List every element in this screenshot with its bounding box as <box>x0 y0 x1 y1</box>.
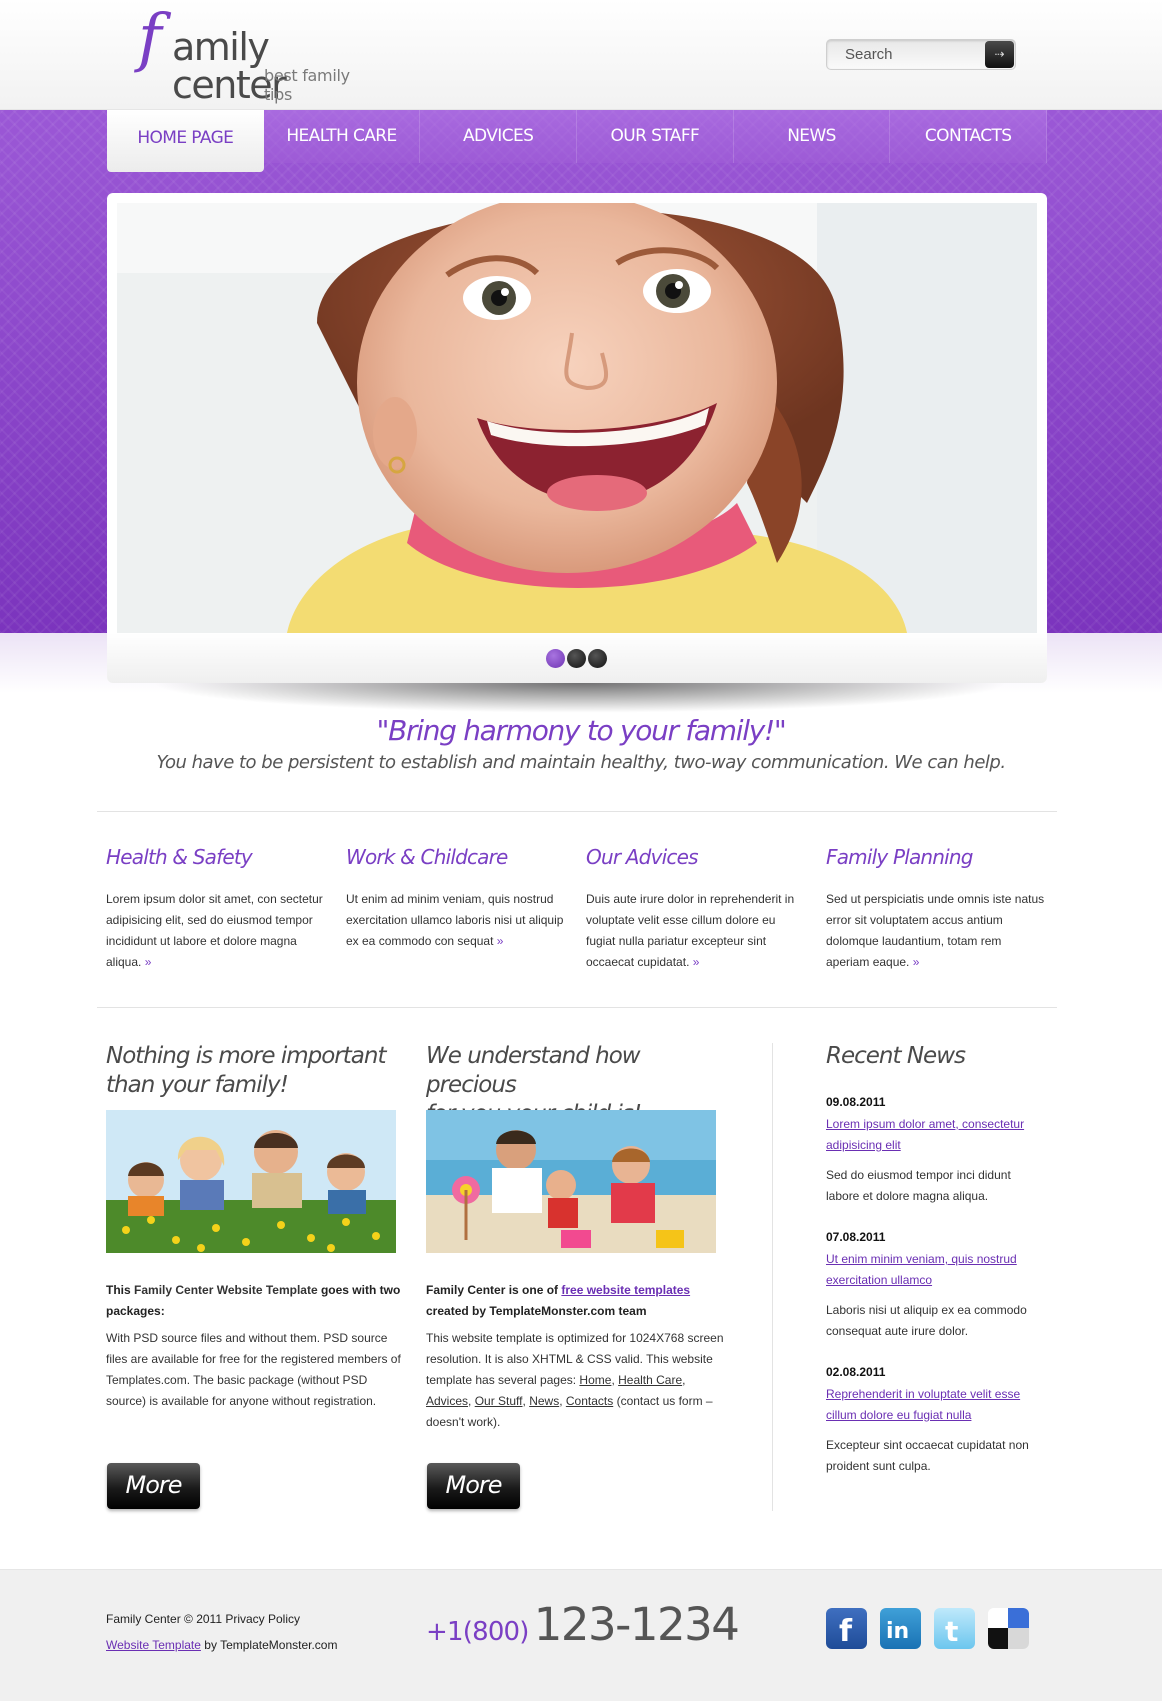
slider-dot-1[interactable] <box>546 649 565 668</box>
main-nav: HOME PAGE HEALTH CARE ADVICES OUR STAFF … <box>107 110 1048 172</box>
beach-family-photo <box>426 1110 716 1253</box>
nav-item-health-care[interactable]: HEALTH CARE <box>263 110 421 163</box>
slider-shadow <box>150 683 1010 713</box>
facebook-icon[interactable]: f <box>826 1608 867 1649</box>
news-title: Recent News <box>826 1043 966 1069</box>
news-link[interactable]: Ut enim minim veniam, quis nostrud exerc… <box>826 1249 1046 1291</box>
column-lead: Family Center is one of free website tem… <box>426 1283 691 1318</box>
column-title: We understand how preciousfor you your c… <box>426 1043 642 1127</box>
news-text: Laboris nisi ut aliquip ex ea commodo co… <box>826 1303 1027 1338</box>
nav-item-contacts[interactable]: CONTACTS <box>890 110 1048 163</box>
linkedin-icon[interactable]: in <box>880 1608 921 1649</box>
search-input[interactable] <box>827 40 985 69</box>
link-contacts[interactable]: Contacts <box>566 1394 613 1408</box>
phone-number: +1(800) 123-1234 <box>426 1598 740 1651</box>
search-box: ⇢ <box>826 39 1016 70</box>
divider <box>97 811 1057 812</box>
divider <box>97 1007 1057 1008</box>
link-home[interactable]: Home <box>579 1373 611 1387</box>
column-title: Nothing is more important than your famil… <box>106 1043 386 1098</box>
footer-credit: Website Template by TemplateMonster.com <box>106 1638 338 1652</box>
phone-prefix: +1(800) <box>426 1617 529 1647</box>
vertical-divider <box>772 1043 773 1511</box>
footer: Family Center © 2011 Privacy Policy Webs… <box>0 1569 1162 1701</box>
slider-pagination <box>107 633 1047 683</box>
feature-health-safety: Health & Safety Lorem ipsum dolor sit am… <box>106 845 326 973</box>
news-item: 02.08.2011 Reprehenderit in voluptate ve… <box>826 1362 1046 1477</box>
feature-our-advices: Our Advices Duis aute irure dolor in rep… <box>586 845 806 973</box>
footer-info: Family Center © 2011 Privacy Policy Webs… <box>106 1606 337 1658</box>
feature-text: Lorem ipsum dolor sit amet, con sectetur… <box>106 892 323 969</box>
feature-work-childcare: Work & Childcare Ut enim ad minim veniam… <box>346 845 566 952</box>
link-health-care[interactable]: Health Care <box>618 1373 682 1387</box>
feature-text: Ut enim ad minim veniam, quis nostrud ex… <box>346 892 564 948</box>
feature-title[interactable]: Work & Childcare <box>346 845 566 869</box>
nav-item-advices[interactable]: ADVICES <box>420 110 578 163</box>
family-photo <box>106 1110 396 1253</box>
header: f amily center best family tips ⇢ <box>0 0 1162 110</box>
news-date: 09.08.2011 <box>826 1095 886 1109</box>
news-item: 09.08.2011 Lorem ipsum dolor amet, conse… <box>826 1092 1046 1207</box>
nav-item-our-staff[interactable]: OUR STAFF <box>577 110 734 163</box>
search-submit-button[interactable]: ⇢ <box>985 41 1014 68</box>
news-text: Excepteur sint occaecat cupidatat non pr… <box>826 1438 1029 1473</box>
feature-title[interactable]: Family Planning <box>826 845 1046 869</box>
tagline-title: "Bring harmony to your family!" <box>376 714 787 747</box>
column-body: With PSD source files and without them. … <box>106 1331 401 1408</box>
image-slider <box>107 193 1047 683</box>
link-news[interactable]: News <box>529 1394 559 1408</box>
feature-text: Sed ut perspiciatis unde omnis iste natu… <box>826 892 1045 969</box>
double-chevron-icon[interactable]: » <box>693 955 700 969</box>
svg-text:f: f <box>839 1614 853 1649</box>
link-advices[interactable]: Advices <box>426 1394 468 1408</box>
news-date: 02.08.2011 <box>826 1365 886 1379</box>
double-chevron-icon[interactable]: » <box>145 955 152 969</box>
double-chevron-icon[interactable]: » <box>497 934 504 948</box>
news-item: 07.08.2011 Ut enim minim veniam, quis no… <box>826 1227 1046 1342</box>
twitter-icon[interactable]: t <box>934 1608 975 1649</box>
delicious-icon[interactable] <box>988 1608 1029 1649</box>
copyright: Family Center © 2011 Privacy Policy <box>106 1612 301 1626</box>
news-link[interactable]: Reprehenderit in voluptate velit esse ci… <box>826 1384 1046 1426</box>
logo-f: f <box>138 1 162 75</box>
link-our-stuff[interactable]: Our Stuff <box>475 1394 523 1408</box>
recent-news: Recent News 09.08.2011 Lorem ipsum dolor… <box>826 1042 1046 1497</box>
svg-text:in: in <box>886 1619 909 1644</box>
logo[interactable]: f amily center best family tips <box>138 6 378 104</box>
tagline-subtitle: You have to be persistent to establish a… <box>156 752 1006 773</box>
more-button[interactable]: More <box>107 1463 200 1509</box>
phone-digits: 123-1234 <box>533 1598 740 1651</box>
slide-image-smiling-girl <box>117 203 1037 633</box>
feature-text: Duis aute irure dolor in reprehenderit i… <box>586 892 795 969</box>
content-column-family: Nothing is more important than your famil… <box>106 1042 406 1412</box>
more-button[interactable]: More <box>427 1463 520 1509</box>
arrow-right-icon: ⇢ <box>994 47 1005 61</box>
nav-item-home[interactable]: HOME PAGE <box>107 110 264 172</box>
double-chevron-icon[interactable]: » <box>913 955 920 969</box>
feature-title[interactable]: Health & Safety <box>106 845 326 869</box>
logo-tagline: best family tips <box>264 66 350 104</box>
news-text: Sed do eiusmod tempor inci didunt labore… <box>826 1168 1011 1203</box>
feature-title[interactable]: Our Advices <box>586 845 806 869</box>
content-column-child: We understand how preciousfor you your c… <box>426 1042 726 1433</box>
feature-family-planning: Family Planning Sed ut perspiciatis unde… <box>826 845 1046 973</box>
svg-text:t: t <box>945 1615 958 1648</box>
nav-item-news[interactable]: NEWS <box>733 110 891 163</box>
website-template-link[interactable]: Website Template <box>106 1638 201 1652</box>
slider-dot-3[interactable] <box>588 649 607 668</box>
news-link[interactable]: Lorem ipsum dolor amet, consectetur adip… <box>826 1114 1046 1156</box>
free-templates-link[interactable]: free website templates <box>561 1283 690 1297</box>
slider-dot-2[interactable] <box>567 649 586 668</box>
column-body: This website template is optimized for 1… <box>426 1331 724 1429</box>
news-date: 07.08.2011 <box>826 1230 886 1244</box>
column-lead: This Family Center Website Template goes… <box>106 1283 401 1318</box>
